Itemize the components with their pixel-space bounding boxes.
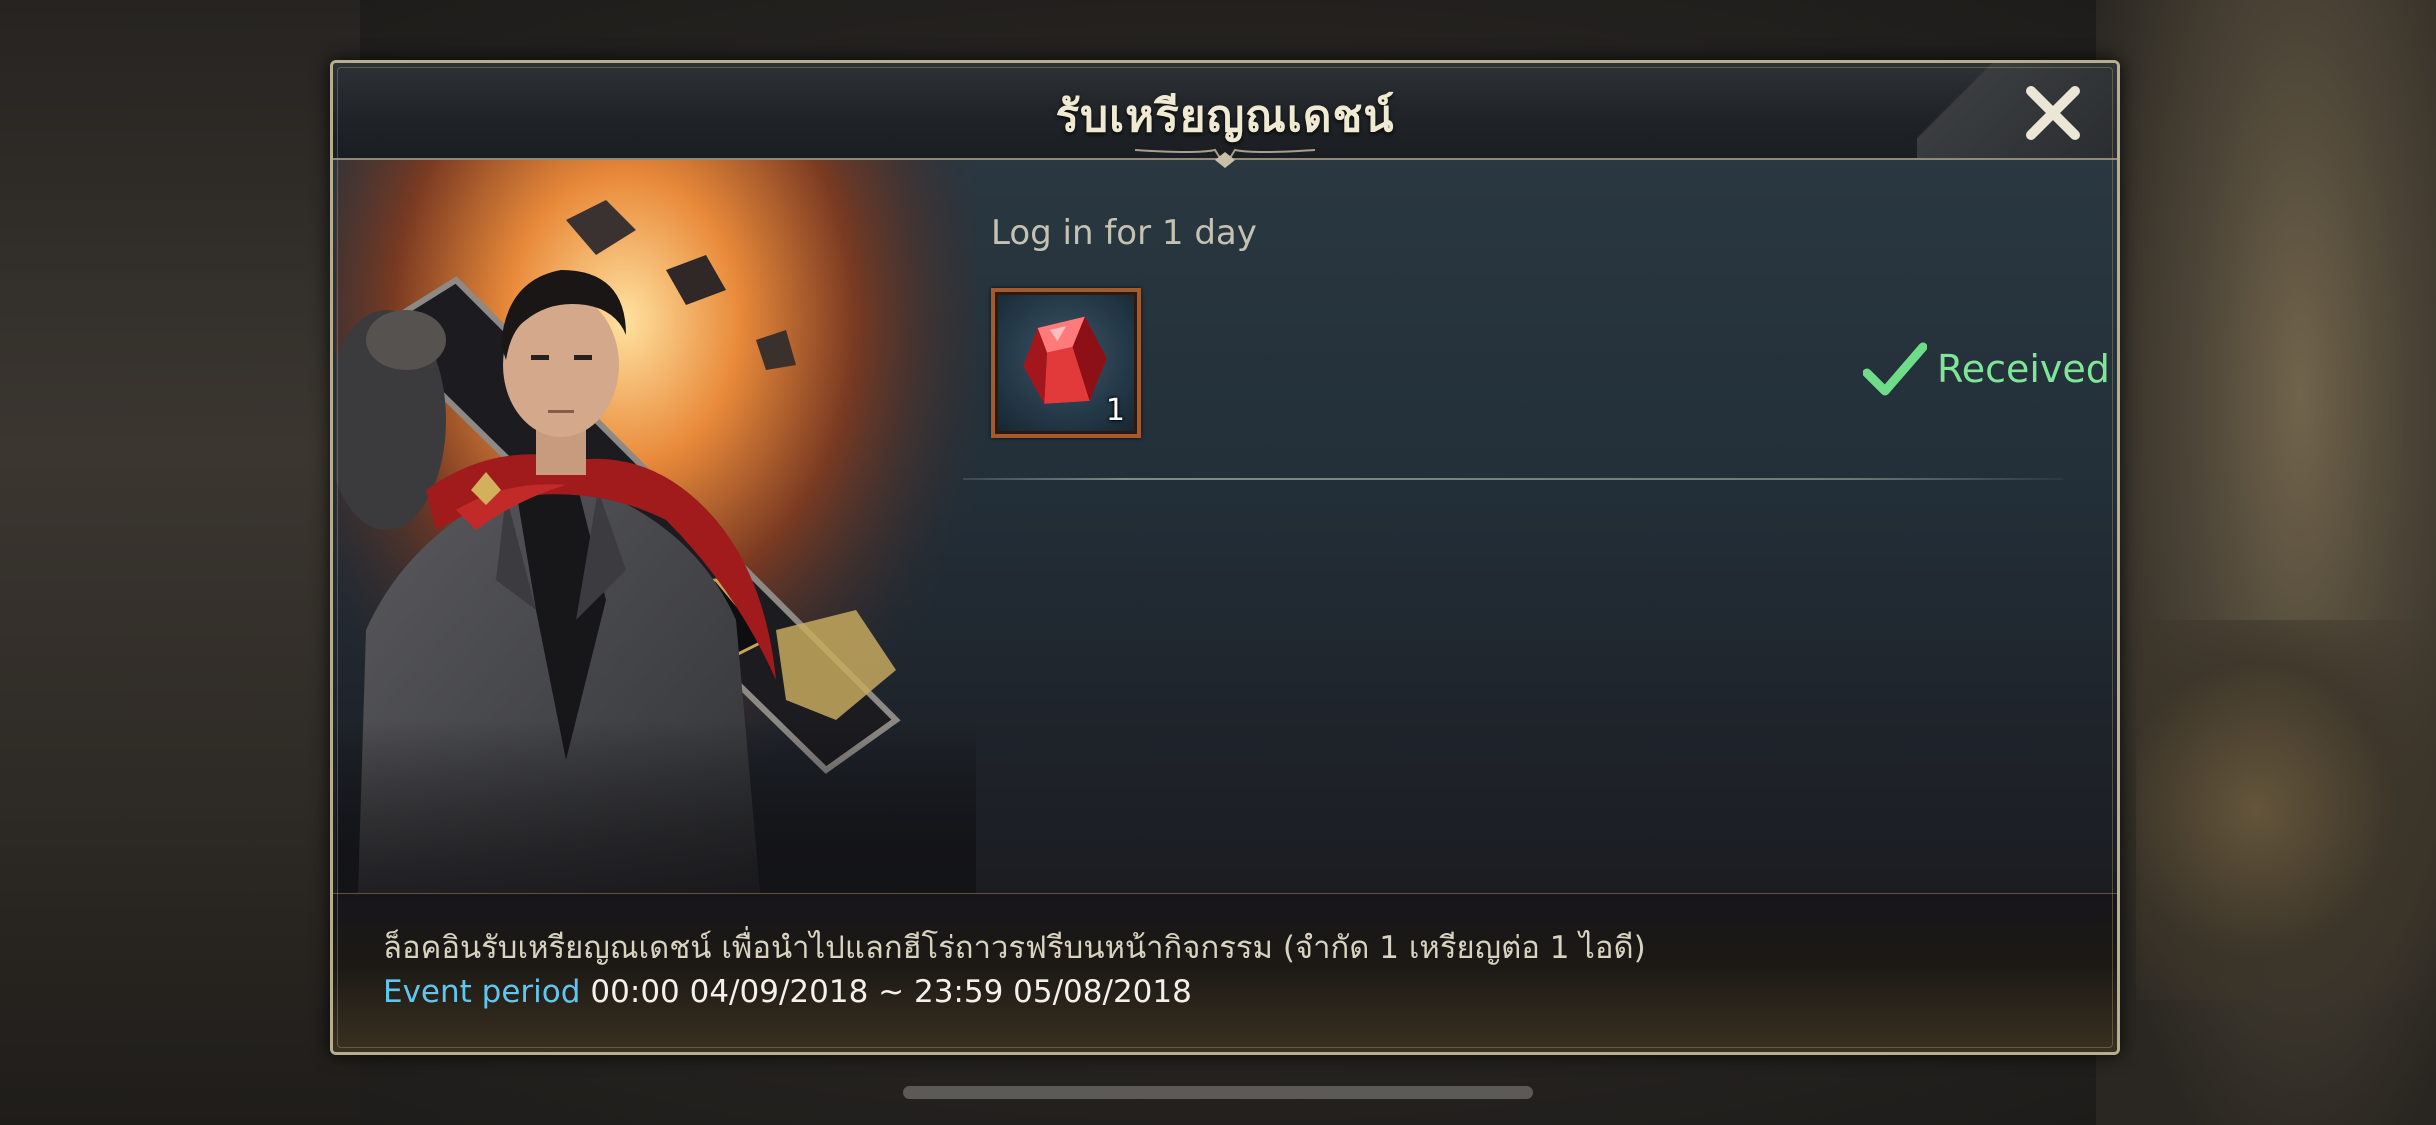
event-period-label: Event period <box>383 974 581 1010</box>
row-divider <box>963 478 2063 480</box>
dialog-title: รับเหรียญณเดชน์ <box>1055 91 1395 142</box>
event-period-value: 00:00 04/09/2018 ~ 23:59 05/08/2018 <box>590 974 1192 1010</box>
close-icon[interactable] <box>2017 77 2089 149</box>
background-scene-right-lower <box>2136 620 2436 1000</box>
reward-item-slot[interactable]: 1 <box>991 288 1141 438</box>
title-bar: รับเหรียญณเดชน์ <box>333 63 2117 168</box>
received-status: Received <box>1863 341 2110 397</box>
reward-item-count: 1 <box>1105 393 1125 428</box>
event-description: ล็อคอินรับเหรียญณเดชน์ เพื่อนำไปแลกฮีโร่… <box>383 930 1646 966</box>
background-scene-left <box>0 0 360 1125</box>
close-button-area <box>1917 63 2117 158</box>
home-indicator[interactable] <box>903 1086 1533 1099</box>
event-period: Event period 00:00 04/09/2018 ~ 23:59 05/… <box>383 974 1192 1010</box>
event-dialog: รับเหรียญณเดชน์ Log in for 1 day 1 Recei <box>330 60 2120 1055</box>
checkmark-icon <box>1863 342 1927 396</box>
received-label: Received <box>1937 347 2110 391</box>
hero-artwork <box>336 160 976 960</box>
task-label: Log in for 1 day <box>991 213 1257 253</box>
title-ornament-icon <box>1135 148 1315 168</box>
event-info-footer: ล็อคอินรับเหรียญณเดชน์ เพื่อนำไปแลกฮีโร่… <box>333 893 2117 1052</box>
